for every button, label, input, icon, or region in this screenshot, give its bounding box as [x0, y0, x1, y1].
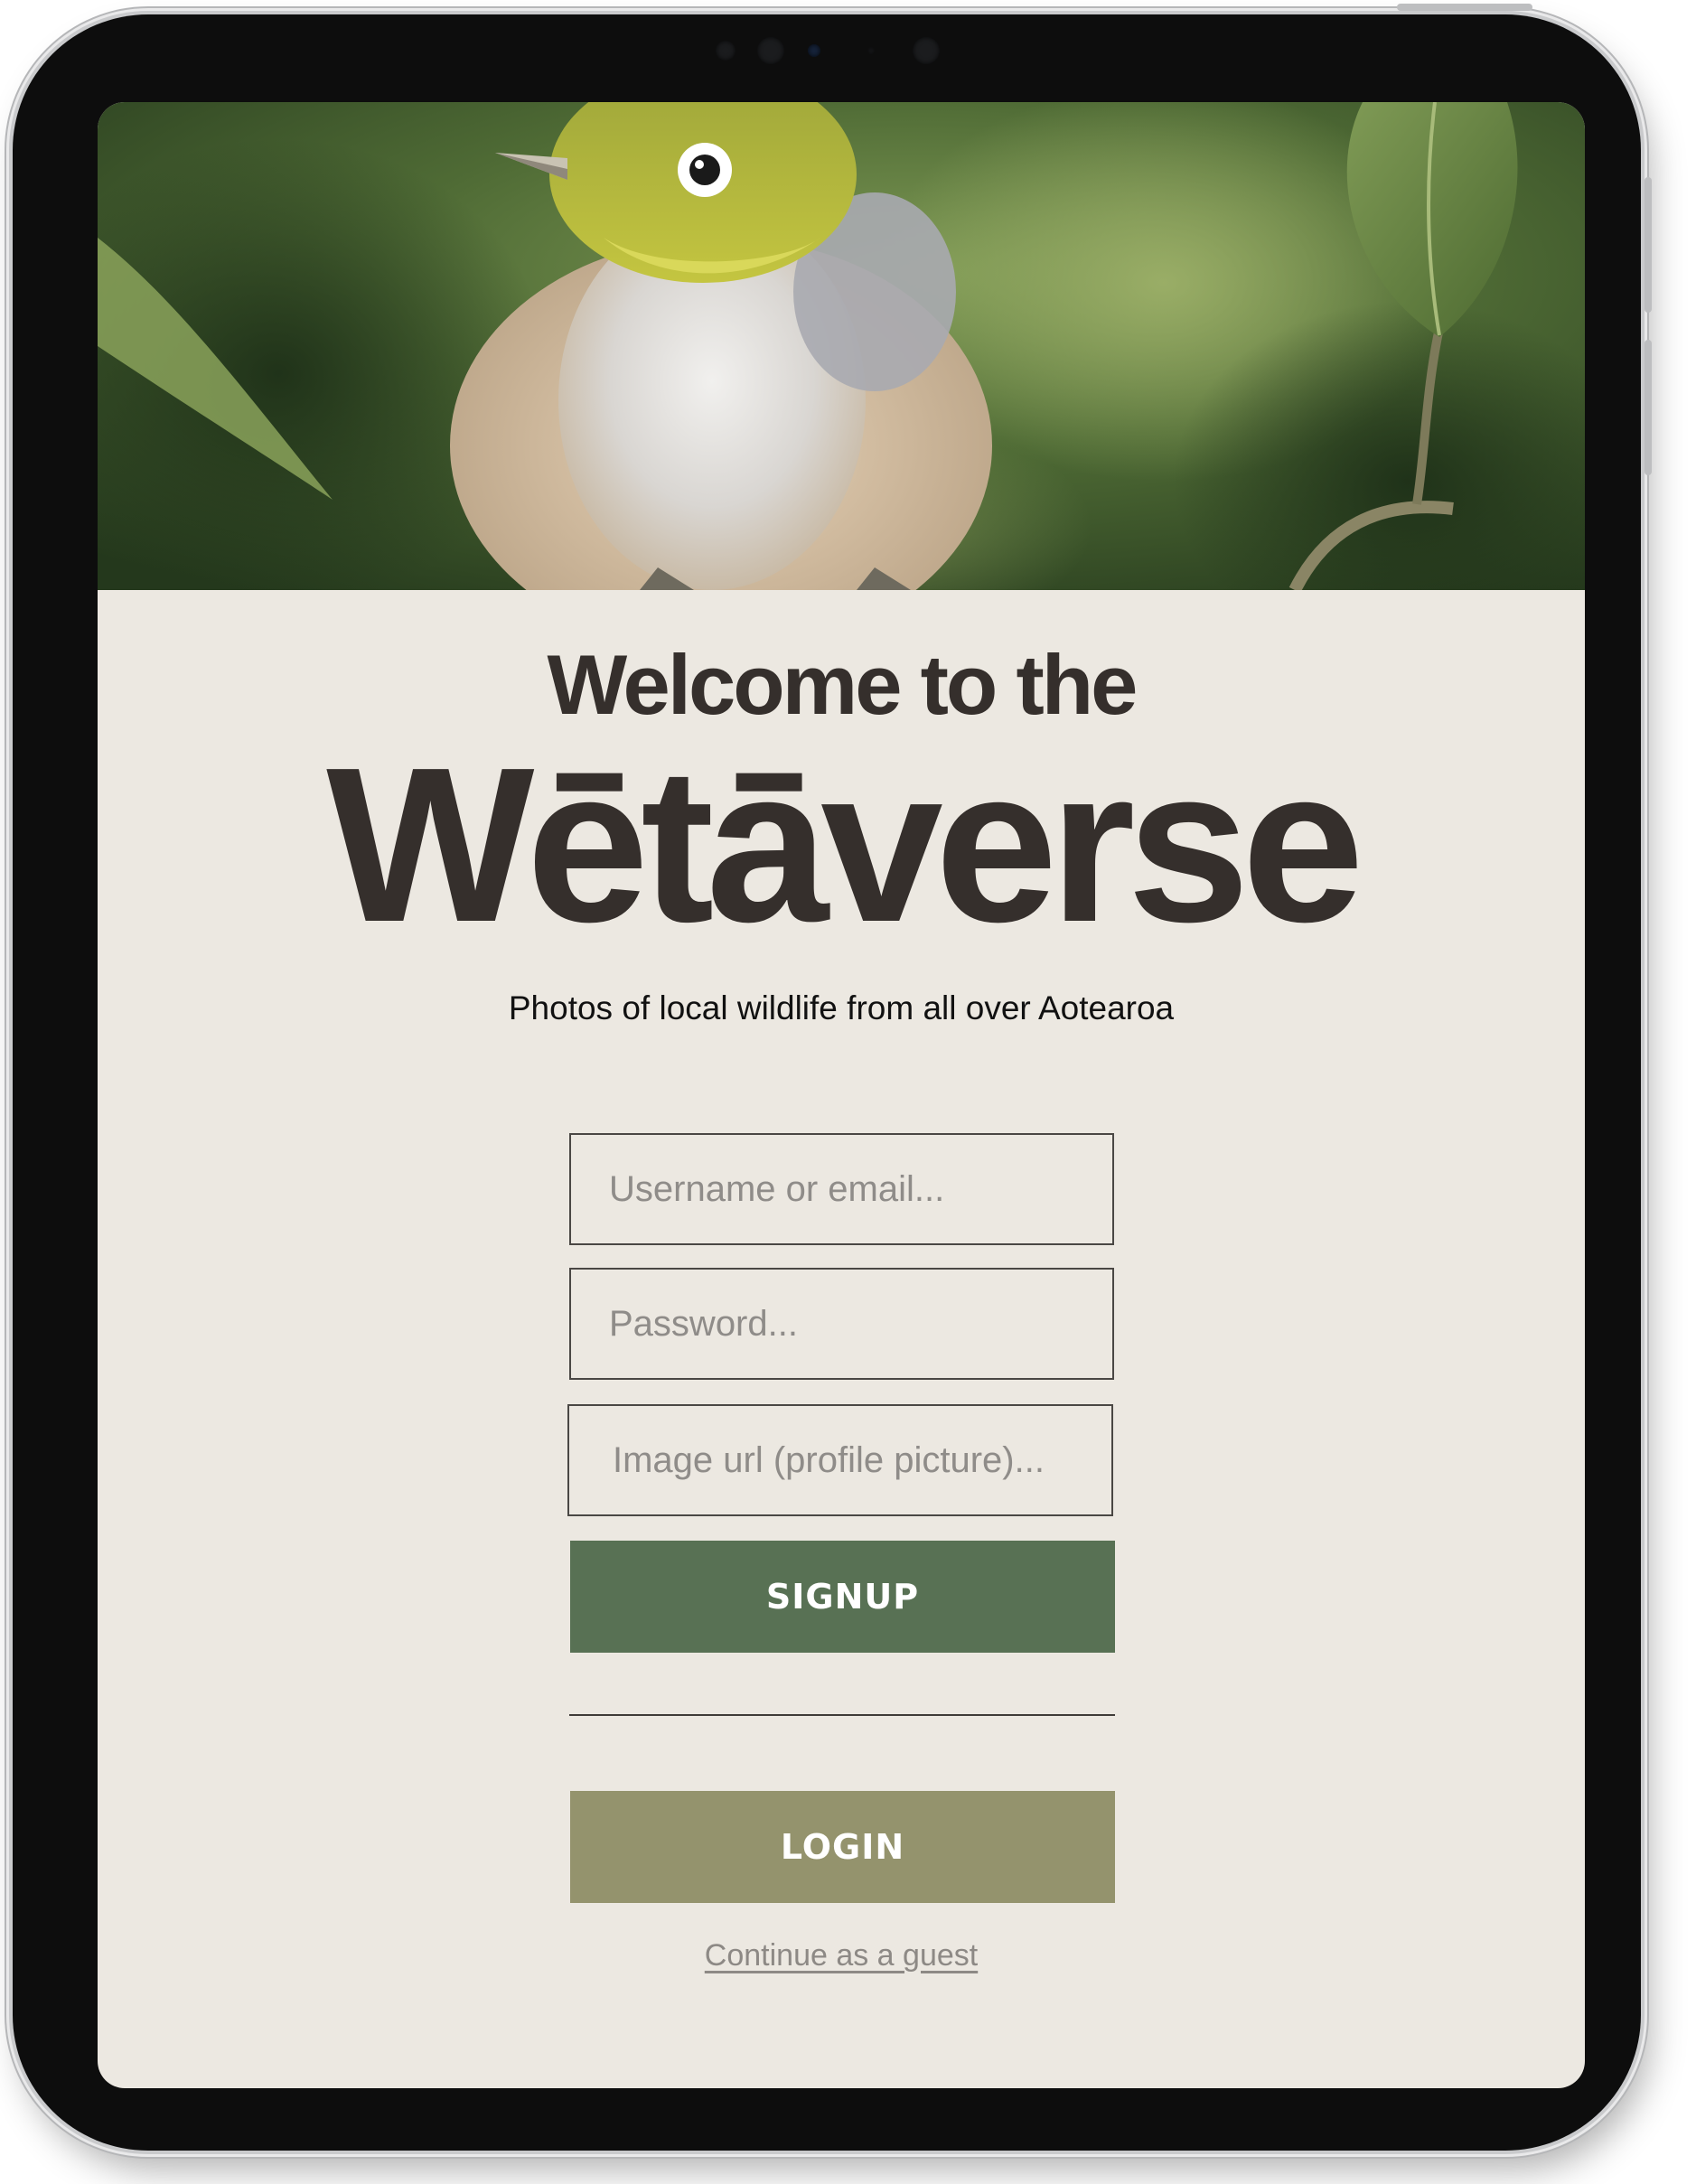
form-divider [569, 1714, 1115, 1716]
login-button[interactable]: LOGIN [570, 1791, 1115, 1903]
brand-title: Wētāverse [326, 721, 1364, 968]
username-email-input[interactable] [569, 1133, 1114, 1245]
tagline-text: Photos of local wildlife from all over A… [508, 989, 1175, 1026]
password-input[interactable] [569, 1268, 1114, 1380]
app-screen: Welcome to the Wētāverse Photos of local… [98, 102, 1585, 2088]
sensor-icon [716, 41, 736, 61]
welcome-heading: Welcome to the [547, 637, 1138, 732]
continue-as-guest-link[interactable]: Continue as a guest [98, 1938, 1585, 1973]
profile-image-url-input[interactable] [567, 1404, 1113, 1516]
signup-button[interactable]: SIGNUP [570, 1541, 1115, 1653]
bird-photo-illustration [98, 102, 1585, 590]
sensor-icon [913, 37, 940, 64]
tablet-device-frame: Welcome to the Wētāverse Photos of local… [13, 4, 1652, 2151]
volume-up-button [1644, 177, 1652, 313]
sensor-icon [757, 37, 784, 64]
volume-down-button [1644, 340, 1652, 475]
power-button [1397, 4, 1532, 11]
camera-icon [808, 44, 820, 57]
sensor-icon [867, 47, 875, 54]
hero-bird-photo [98, 102, 1585, 590]
